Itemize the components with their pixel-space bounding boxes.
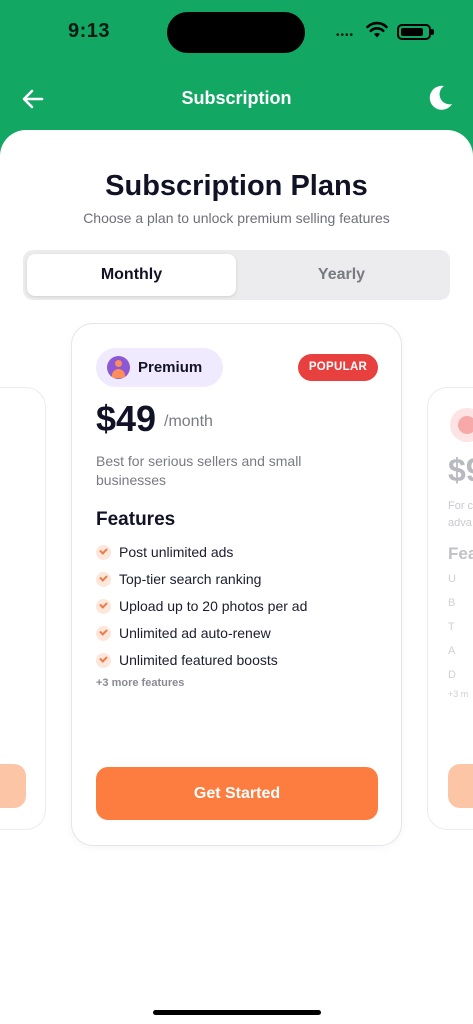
check-icon: [96, 653, 111, 668]
feature-text: Top-tier search ranking: [119, 571, 262, 587]
content-sheet: Subscription Plans Choose a plan to unlo…: [0, 130, 473, 1024]
next-plan-feature: A: [448, 645, 456, 657]
home-indicator[interactable]: [153, 1010, 321, 1015]
page-title: Subscription Plans: [105, 170, 368, 202]
check-icon: [96, 599, 111, 614]
feature-text: Unlimited featured boosts: [119, 652, 278, 668]
next-plan-button[interactable]: [448, 764, 473, 808]
more-features-link[interactable]: +3 more features: [96, 677, 184, 689]
feature-text: Post unlimited ads: [119, 544, 234, 560]
plan-price: $49: [96, 398, 157, 439]
status-time: 9:13: [68, 20, 111, 42]
next-plan-card[interactable]: $9 For c adva Fea U B T A D +3 m: [427, 387, 473, 830]
plan-period: /month: [164, 413, 213, 430]
wifi-icon: [366, 21, 388, 38]
next-plan-price: $9: [448, 452, 473, 488]
next-plan-desc-line: adva: [448, 517, 472, 529]
plan-name: Premium: [138, 359, 203, 376]
check-icon: [96, 626, 111, 641]
previous-plan-button[interactable]: [0, 764, 26, 808]
status-bar: 9:13 ••••: [0, 0, 473, 60]
next-plan-desc-line: For c: [448, 500, 473, 512]
next-plan-features-heading: Fea: [448, 544, 473, 563]
app-header: Subscription: [0, 70, 473, 126]
moon-icon: [429, 85, 452, 110]
cellular-signal-icon: ••••: [336, 30, 355, 41]
next-plan-feature: D: [448, 669, 456, 681]
next-plan-description: For c adva: [448, 498, 473, 532]
feature-text: Unlimited ad auto-renew: [119, 625, 271, 641]
plan-description: Best for serious sellers and small busin…: [96, 453, 302, 488]
feature-text: Upload up to 20 photos per ad: [119, 598, 308, 614]
battery-icon: [397, 24, 434, 40]
previous-plan-card[interactable]: [0, 387, 46, 830]
page-subtitle: Choose a plan to unlock premium selling …: [83, 210, 390, 226]
plan-name-badge: Premium: [96, 348, 223, 387]
toggle-monthly[interactable]: Monthly: [27, 254, 236, 296]
next-plan-feature: B: [448, 597, 456, 609]
dynamic-island: [167, 12, 305, 53]
features-heading: Features: [96, 509, 176, 530]
check-icon: [96, 572, 111, 587]
next-plan-feature: T: [448, 621, 455, 633]
popular-badge: POPULAR: [298, 354, 378, 381]
user-avatar-icon: [107, 356, 130, 379]
get-started-button[interactable]: Get Started: [96, 767, 378, 820]
plan-card-premium: Premium POPULAR $49 /month Best for seri…: [71, 323, 402, 846]
theme-toggle-button[interactable]: [424, 82, 456, 114]
next-plan-more: +3 m: [448, 689, 469, 699]
toggle-yearly[interactable]: Yearly: [237, 254, 446, 296]
header-title: Subscription: [181, 88, 292, 108]
check-icon: [96, 545, 111, 560]
next-plan-feature: U: [448, 573, 456, 585]
avatar-dot: [458, 416, 473, 434]
billing-period-toggle: Monthly Yearly: [23, 250, 450, 300]
